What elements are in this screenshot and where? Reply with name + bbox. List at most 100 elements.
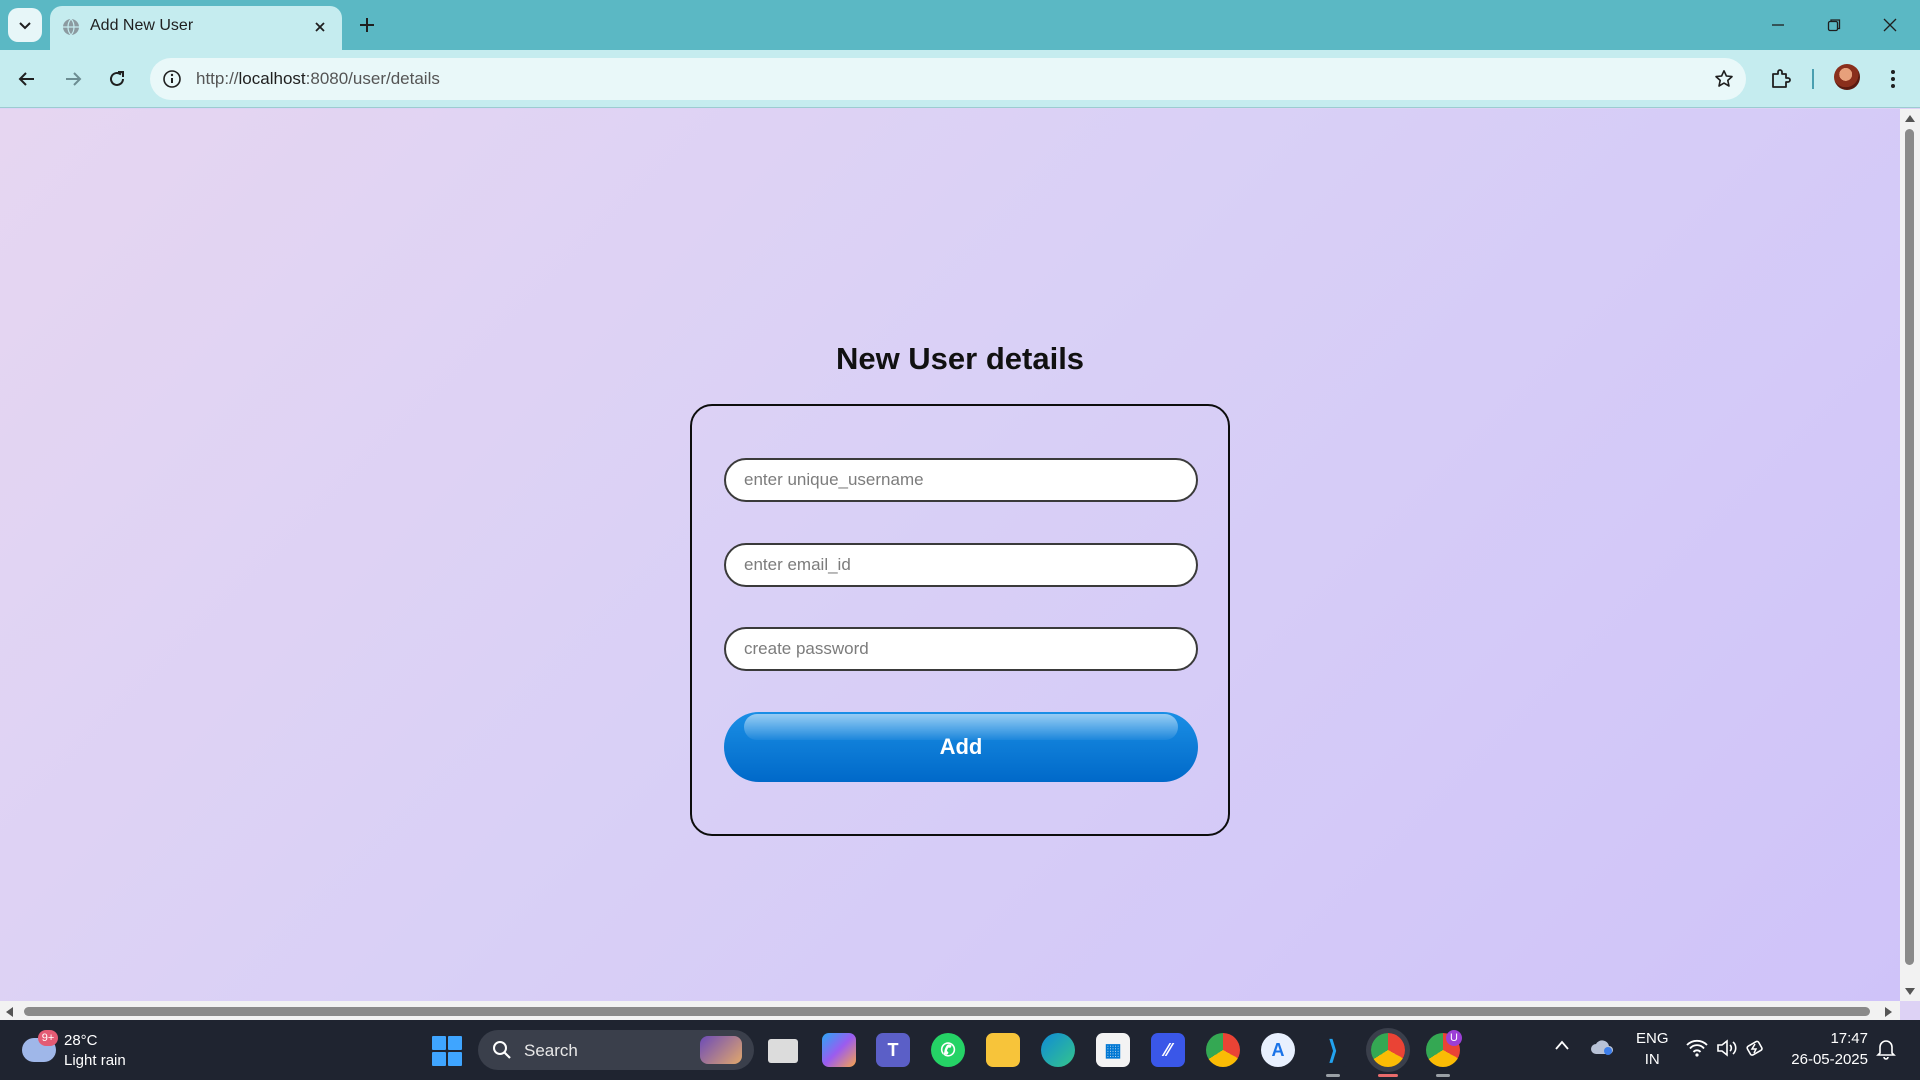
- windows-logo-tile: [448, 1052, 462, 1066]
- edge-icon[interactable]: [1041, 1033, 1075, 1067]
- whatsapp-icon[interactable]: ✆: [931, 1033, 965, 1067]
- site-info-button[interactable]: [160, 67, 184, 91]
- page-viewport: New User details Add: [0, 109, 1900, 1001]
- chrome-active-indicator: [1378, 1074, 1398, 1077]
- url-text[interactable]: http://localhost:8080/user/details: [196, 69, 440, 89]
- task-view-icon[interactable]: [768, 1039, 798, 1063]
- system-clock[interactable]: 17:47 26-05-2025: [1791, 1028, 1868, 1070]
- page-title: New User details: [835, 341, 1085, 376]
- chrome-profile-badge: U: [1446, 1030, 1462, 1046]
- windows-logo-tile: [432, 1052, 446, 1066]
- microsoft-store-icon[interactable]: ▦: [1096, 1033, 1130, 1067]
- power-automate-icon[interactable]: ⁄⁄: [1151, 1033, 1185, 1067]
- reload-button[interactable]: [100, 62, 134, 96]
- tab-title: Add New User: [90, 17, 194, 34]
- back-button[interactable]: [10, 62, 44, 96]
- clock-date: 26-05-2025: [1791, 1051, 1868, 1068]
- browser-toolbar: http://localhost:8080/user/details: [0, 50, 1920, 108]
- notifications-button[interactable]: [1876, 1038, 1896, 1064]
- puzzle-icon: [1772, 69, 1791, 88]
- scroll-up-arrow-icon[interactable]: [1904, 113, 1916, 123]
- vertical-scroll-thumb[interactable]: [1905, 129, 1914, 965]
- scroll-left-arrow-icon[interactable]: [4, 1006, 14, 1018]
- url-scheme: http://: [196, 69, 239, 88]
- minimize-icon: [1772, 24, 1784, 26]
- file-explorer-icon[interactable]: [986, 1033, 1020, 1067]
- username-input[interactable]: [724, 458, 1198, 502]
- url-path: :8080/user/details: [305, 69, 440, 88]
- browser-menu-button[interactable]: [1876, 62, 1910, 96]
- start-button[interactable]: [432, 1036, 462, 1066]
- close-icon: [315, 22, 325, 32]
- language-code: ENG: [1636, 1030, 1669, 1047]
- windows-taskbar: 9+ 28°C Light rain Search T ✆ ▦ ⁄⁄ A ⟩ U…: [0, 1020, 1920, 1080]
- search-icon: [493, 1041, 511, 1059]
- profile-avatar[interactable]: [1834, 64, 1860, 90]
- more-vertical-icon: [1891, 70, 1895, 88]
- vertical-scrollbar[interactable]: [1900, 109, 1920, 1001]
- arrow-right-icon: [66, 72, 82, 86]
- arrow-left-icon: [18, 72, 34, 86]
- minimize-button[interactable]: [1758, 8, 1798, 42]
- url-host: localhost: [238, 69, 306, 88]
- teams-icon[interactable]: T: [876, 1033, 910, 1067]
- chevron-up-icon: [1555, 1040, 1569, 1050]
- new-user-form: Add: [690, 404, 1230, 836]
- speaker-icon: [1717, 1039, 1737, 1057]
- bookmark-button[interactable]: [1712, 67, 1736, 91]
- restore-button[interactable]: [1814, 8, 1854, 42]
- horizontal-scrollbar[interactable]: [0, 1001, 1900, 1021]
- search-label: Search: [524, 1041, 578, 1060]
- copilot-icon[interactable]: [822, 1033, 856, 1067]
- battery-charging-icon: [1746, 1040, 1763, 1056]
- info-icon: [163, 70, 181, 88]
- language-indicator[interactable]: ENG IN: [1636, 1028, 1669, 1070]
- taskbar-search[interactable]: Search: [478, 1030, 754, 1070]
- chrome-icon[interactable]: [1206, 1033, 1240, 1067]
- wifi-icon[interactable]: [1686, 1039, 1708, 1061]
- address-bar[interactable]: http://localhost:8080/user/details: [150, 58, 1746, 100]
- volume-icon[interactable]: [1716, 1039, 1738, 1061]
- plus-icon: [360, 18, 374, 32]
- bell-icon: [1876, 1040, 1896, 1060]
- email-input[interactable]: [724, 543, 1198, 587]
- browser-tab-strip: Add New User: [0, 0, 1920, 50]
- vscode-icon[interactable]: ⟩: [1316, 1033, 1350, 1067]
- extensions-button[interactable]: [1764, 62, 1798, 96]
- wifi-icon-graphic: [1686, 1039, 1708, 1057]
- new-tab-button[interactable]: [352, 10, 382, 40]
- star-icon: [1715, 70, 1733, 87]
- horizontal-scroll-thumb[interactable]: [24, 1007, 1870, 1016]
- chrome-running-indicator: [1436, 1074, 1450, 1077]
- search-highlight-image: [700, 1036, 742, 1064]
- chevron-down-icon: [19, 22, 31, 30]
- windows-logo-tile: [448, 1036, 462, 1050]
- onedrive-icon[interactable]: [1590, 1038, 1614, 1060]
- scroll-down-arrow-icon[interactable]: [1904, 987, 1916, 997]
- region-code: IN: [1644, 1051, 1660, 1068]
- toolbar-separator: [1812, 69, 1814, 89]
- cloud-icon: [1591, 1040, 1613, 1055]
- show-hidden-icons-button[interactable]: [1554, 1038, 1570, 1055]
- close-icon: [1883, 18, 1897, 32]
- clock-time: 17:47: [1830, 1030, 1868, 1047]
- forward-button[interactable]: [56, 62, 90, 96]
- password-input[interactable]: [724, 627, 1198, 671]
- browser-tab-active[interactable]: Add New User: [50, 6, 342, 50]
- restore-icon: [1827, 19, 1841, 32]
- app-launcher-icon[interactable]: A: [1261, 1033, 1295, 1067]
- weather-temperature: 28°C: [64, 1032, 98, 1049]
- close-window-button[interactable]: [1870, 8, 1910, 42]
- weather-condition: Light rain: [64, 1052, 126, 1069]
- add-user-button[interactable]: Add: [724, 712, 1198, 782]
- close-tab-button[interactable]: [308, 15, 332, 39]
- vscode-running-indicator: [1326, 1074, 1340, 1077]
- chrome-active-icon[interactable]: [1371, 1033, 1405, 1067]
- scroll-right-arrow-icon[interactable]: [1884, 1006, 1894, 1018]
- tab-search-button[interactable]: [8, 8, 42, 42]
- notification-badge: 9+: [38, 1030, 58, 1046]
- reload-icon: [110, 71, 124, 86]
- battery-icon[interactable]: [1746, 1038, 1766, 1062]
- globe-icon: [63, 18, 79, 36]
- add-button-label: Add: [939, 734, 983, 759]
